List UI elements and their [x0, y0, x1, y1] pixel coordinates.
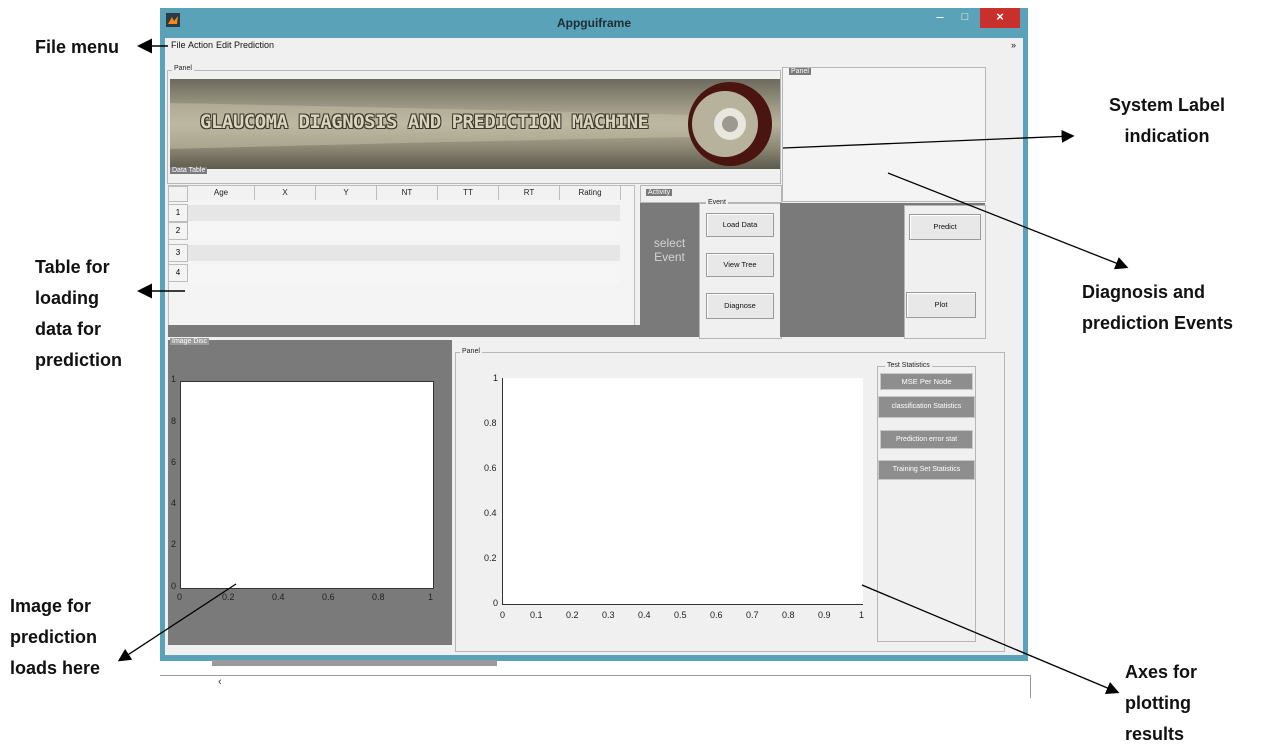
annotation-table-line1: Table for	[35, 257, 110, 277]
annotation-axes: Axes for plotting results	[1125, 657, 1197, 750]
annotation-arrows	[117, 38, 1129, 694]
annotation-diagnosis-line2: prediction Events	[1082, 313, 1234, 333]
annotation-table-line2: loading	[35, 288, 99, 308]
arrow-system-label	[782, 129, 1075, 149]
annotation-axes-line1: Axes for	[1125, 662, 1198, 682]
annotation-table-line4: prediction	[35, 350, 123, 370]
arrow-image	[117, 583, 237, 662]
annotation-system-label-line2: indication	[1124, 126, 1210, 146]
annotation-axes-line3: results	[1125, 724, 1185, 744]
annotation-diagnosis: Diagnosis and prediction Events	[1082, 277, 1233, 339]
annotation-table: Table for loading data for prediction	[35, 252, 122, 376]
annotation-table-line3: data for	[35, 319, 102, 339]
arrow-axes	[861, 584, 1120, 694]
annotation-file-menu: File menu	[35, 37, 120, 57]
annotation-image: Image for prediction loads here	[10, 591, 100, 684]
annotation-image-line1: Image for	[10, 596, 92, 616]
annotation-system-label: System Label indication	[1102, 90, 1232, 152]
arrow-diagnosis-events	[887, 172, 1129, 270]
annotation-system-label-line1: System Label	[1108, 95, 1226, 115]
annotation-axes-line2: plotting	[1125, 693, 1191, 713]
annotation-image-line3: loads here	[10, 658, 101, 678]
annotation-image-line2: prediction	[10, 627, 98, 647]
annotation-diagnosis-line1: Diagnosis and	[1082, 282, 1206, 302]
